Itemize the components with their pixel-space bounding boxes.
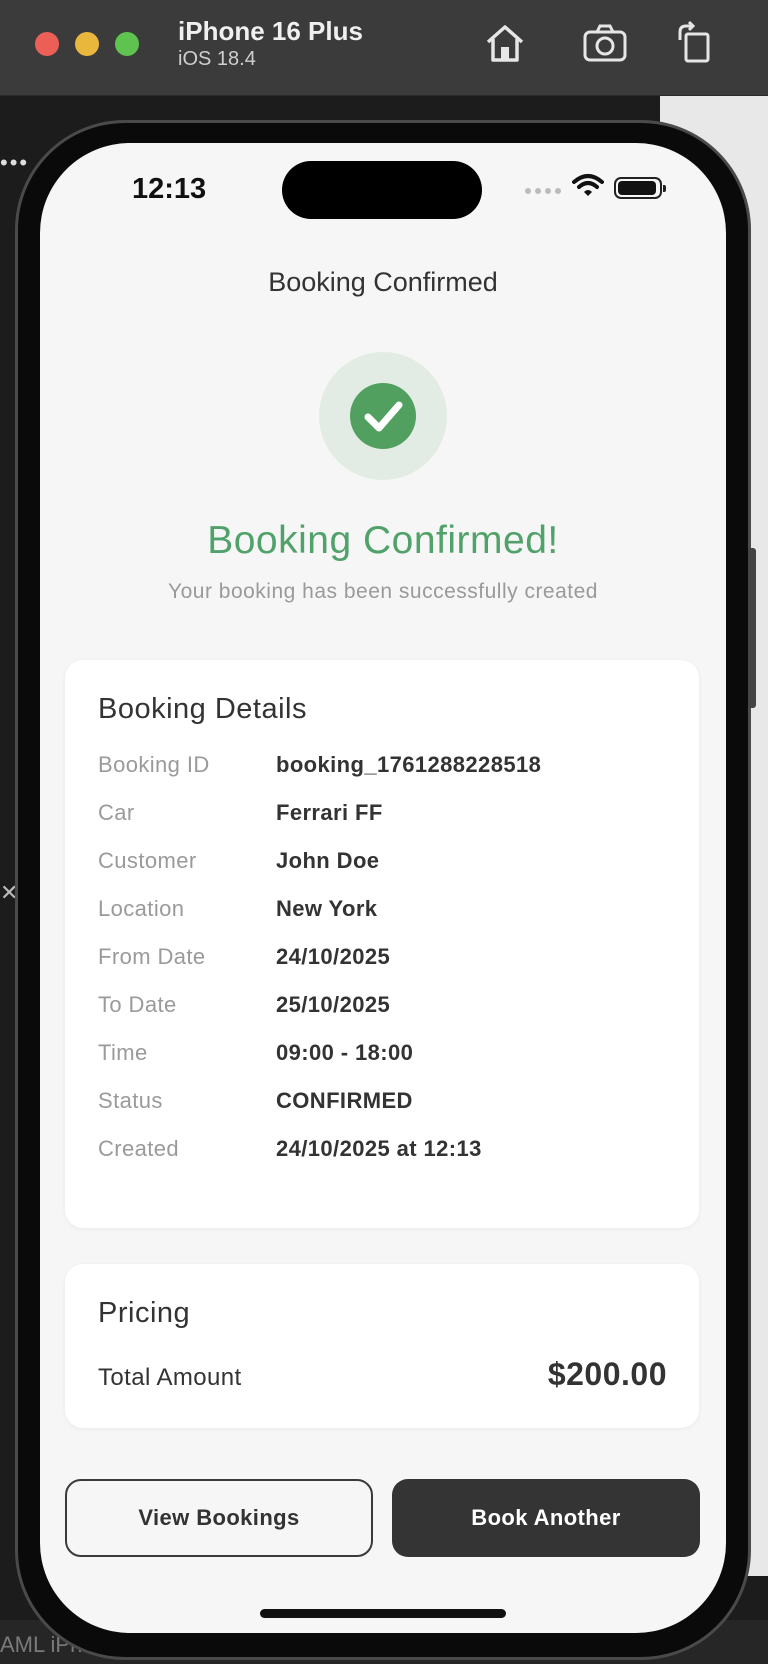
detail-row-time: Time 09:00 - 18:00 (98, 1040, 668, 1070)
detail-label: To Date (98, 992, 177, 1017)
detail-label: Time (98, 1040, 148, 1065)
detail-label: Customer (98, 848, 197, 873)
status-time: 12:13 (132, 173, 207, 205)
rotate-icon (678, 20, 710, 63)
detail-value: 24/10/2025 at 12:13 (276, 1136, 482, 1161)
checkmark-icon (364, 401, 403, 432)
detail-label: Location (98, 896, 185, 921)
view-bookings-button[interactable]: View Bookings (65, 1479, 373, 1557)
window-minimize-button[interactable] (75, 32, 99, 56)
app-screen: 12:13 Booking Confirmed Booking Confirme… (40, 143, 726, 1633)
detail-label: Car (98, 800, 135, 825)
detail-value: John Doe (276, 848, 380, 873)
status-value: CONFIRMED (276, 1088, 413, 1113)
detail-value: 24/10/2025 (276, 944, 391, 969)
window-close-button[interactable] (35, 32, 59, 56)
home-indicator[interactable] (260, 1609, 506, 1618)
detail-label: From Date (98, 944, 206, 969)
pricing-card: Pricing Total Amount $200.00 (65, 1264, 699, 1428)
detail-row-booking-id: Booking ID booking_1761288228518 (98, 752, 668, 782)
nav-title: Booking Confirmed (268, 267, 498, 297)
success-badge (319, 352, 447, 480)
simulator-toolbar: iPhone 16 Plus iOS 18.4 (0, 0, 768, 96)
detail-value: New York (276, 896, 378, 921)
total-amount-value: $200.00 (547, 1356, 667, 1392)
detail-value: Ferrari FF (276, 800, 383, 825)
booking-details-card: Booking Details Booking ID booking_17612… (65, 660, 699, 1228)
detail-row-to-date: To Date 25/10/2025 (98, 992, 668, 1022)
wifi-icon (572, 174, 604, 196)
detail-label: Booking ID (98, 752, 210, 777)
detail-value: booking_1761288228518 (276, 752, 542, 777)
detail-row-car: Car Ferrari FF (98, 800, 668, 830)
home-icon (486, 25, 524, 62)
detail-row-from-date: From Date 24/10/2025 (98, 944, 668, 974)
camera-icon (583, 24, 627, 62)
detail-row-location: Location New York (98, 896, 668, 926)
phone-side-button (748, 548, 756, 708)
home-button[interactable] (482, 20, 528, 66)
detail-row-status: Status CONFIRMED (98, 1088, 668, 1118)
detail-value: 25/10/2025 (276, 992, 391, 1017)
detail-row-created: Created 24/10/2025 at 12:13 (98, 1136, 668, 1166)
detail-label: Status (98, 1088, 163, 1113)
detail-row-customer: Customer John Doe (98, 848, 668, 878)
detail-value: 09:00 - 18:00 (276, 1040, 414, 1065)
screenshot-button[interactable] (582, 20, 628, 66)
success-badge-inner (350, 383, 416, 449)
background-ellipsis: ••• (0, 150, 30, 175)
simulator-device-name: iPhone 16 Plus (178, 16, 363, 46)
detail-label: Created (98, 1136, 180, 1161)
confirmation-subtitle: Your booking has been successfully creat… (168, 580, 598, 603)
dynamic-island (282, 161, 482, 219)
rotate-button[interactable] (672, 20, 718, 66)
book-another-button[interactable]: Book Another (392, 1479, 700, 1557)
confirmation-headline: Booking Confirmed! (207, 519, 559, 562)
total-amount-label: Total Amount (98, 1364, 242, 1391)
battery-icon (614, 177, 666, 199)
window-zoom-button[interactable] (115, 32, 139, 56)
signal-icon (525, 188, 561, 194)
simulator-os-version: iOS 18.4 (178, 48, 256, 70)
pricing-title: Pricing (98, 1297, 191, 1329)
booking-details-title: Booking Details (98, 693, 307, 725)
